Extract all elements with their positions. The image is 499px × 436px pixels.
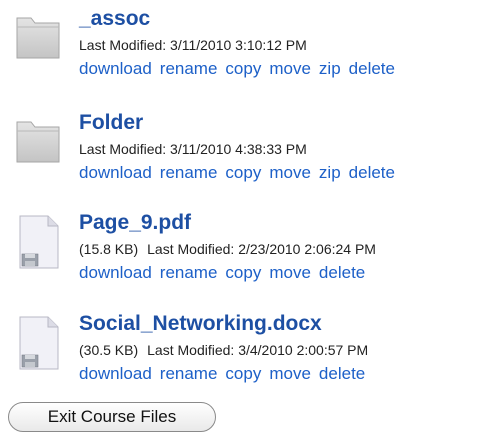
download-link[interactable]: download — [79, 59, 152, 78]
move-link[interactable]: move — [269, 364, 311, 383]
file-size: (30.5 KB) — [79, 342, 139, 358]
last-modified: Last Modified: 3/11/2010 3:10:12 PM — [79, 37, 307, 53]
file-size: (15.8 KB) — [79, 241, 139, 257]
delete-link[interactable]: delete — [349, 59, 395, 78]
delete-link[interactable]: delete — [319, 263, 365, 282]
delete-link[interactable]: delete — [319, 364, 365, 383]
file-actions: download rename copy move delete — [79, 363, 365, 385]
zip-link[interactable]: zip — [319, 59, 341, 78]
rename-link[interactable]: rename — [160, 163, 218, 182]
file-icon[interactable] — [18, 315, 66, 371]
file-name-link[interactable]: Social_Networking.docx — [79, 311, 322, 337]
move-link[interactable]: move — [269, 263, 311, 282]
file-actions: download rename copy move zip delete — [79, 58, 395, 80]
move-link[interactable]: move — [269, 163, 311, 182]
copy-link[interactable]: copy — [225, 163, 261, 182]
copy-link[interactable]: copy — [225, 59, 261, 78]
copy-link[interactable]: copy — [225, 364, 261, 383]
file-entry: Social_Networking.docx (30.5 KB) Last Mod… — [0, 311, 499, 407]
download-link[interactable]: download — [79, 263, 152, 282]
file-entry: Folder Last Modified: 3/11/2010 4:38:33 … — [0, 110, 499, 206]
download-link[interactable]: download — [79, 364, 152, 383]
rename-link[interactable]: rename — [160, 59, 218, 78]
file-name-link[interactable]: _assoc — [79, 6, 150, 32]
last-modified: Last Modified: 2/23/2010 2:06:24 PM — [147, 241, 376, 257]
file-meta: Last Modified: 3/11/2010 3:10:12 PM — [79, 36, 307, 54]
rename-link[interactable]: rename — [160, 263, 218, 282]
file-actions: download rename copy move zip delete — [79, 162, 395, 184]
file-meta: Last Modified: 3/11/2010 4:38:33 PM — [79, 140, 307, 158]
folder-icon[interactable] — [14, 112, 62, 168]
folder-icon[interactable] — [14, 8, 62, 64]
delete-link[interactable]: delete — [349, 163, 395, 182]
move-link[interactable]: move — [269, 59, 311, 78]
exit-course-files-button[interactable]: Exit Course Files — [8, 402, 216, 432]
last-modified: Last Modified: 3/4/2010 2:00:57 PM — [147, 342, 369, 358]
file-meta: (15.8 KB) Last Modified: 2/23/2010 2:06:2… — [79, 240, 376, 258]
file-entry: Page_9.pdf (15.8 KB) Last Modified: 2/23/… — [0, 210, 499, 306]
file-icon[interactable] — [18, 214, 66, 270]
file-entry: _assoc Last Modified: 3/11/2010 3:10:12 … — [0, 6, 499, 102]
rename-link[interactable]: rename — [160, 364, 218, 383]
last-modified: Last Modified: 3/11/2010 4:38:33 PM — [79, 141, 307, 157]
zip-link[interactable]: zip — [319, 163, 341, 182]
file-name-link[interactable]: Page_9.pdf — [79, 210, 191, 236]
file-actions: download rename copy move delete — [79, 262, 365, 284]
copy-link[interactable]: copy — [225, 263, 261, 282]
file-meta: (30.5 KB) Last Modified: 3/4/2010 2:00:57… — [79, 341, 368, 359]
file-name-link[interactable]: Folder — [79, 110, 143, 136]
download-link[interactable]: download — [79, 163, 152, 182]
